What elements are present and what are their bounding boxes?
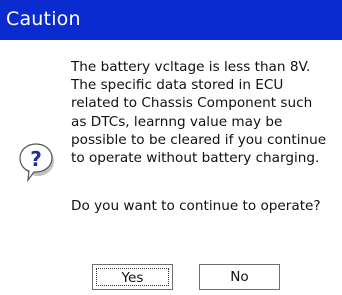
dialog-title: Caution [6,8,81,30]
title-bar[interactable]: Caution [0,0,342,40]
svg-text:?: ? [30,147,42,171]
question-icon: ? [17,141,57,183]
yes-button[interactable]: Yes [92,264,173,290]
message-text: The battery vcltage is less than 8V. The… [71,58,342,167]
question-text: Do you want to continue to operate? [71,198,321,214]
no-button[interactable]: No [199,264,280,290]
caution-dialog: Caution ? The battery vcltage is less th… [0,0,342,295]
message-line: to operate without battery charging. [71,150,320,167]
message-line: The specific data stored in ECU [71,77,284,94]
yes-button-label: Yes [96,268,169,286]
message-line: possible to be cleared if you continue [71,131,327,148]
message-line: The battery vcltage is less than 8V. [71,59,311,75]
message-line: related to Chassis Component such [71,95,313,112]
message-line: as DTCs, learnng value may be [71,113,283,130]
